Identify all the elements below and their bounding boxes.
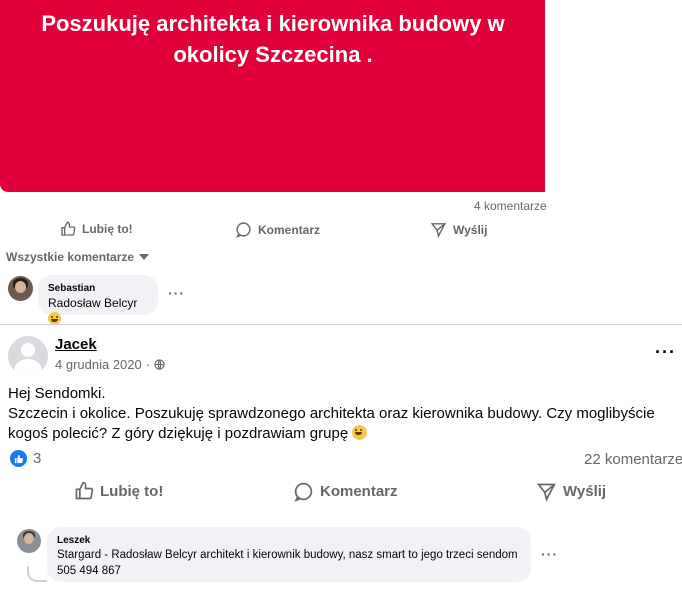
comment-label: Komentarz bbox=[258, 222, 321, 237]
more-options-button[interactable]: ··· bbox=[541, 546, 558, 562]
send-icon bbox=[536, 483, 556, 502]
thread-line bbox=[27, 566, 47, 582]
comment-button[interactable]: Komentarz bbox=[235, 221, 320, 238]
share-label: Wyślij bbox=[453, 222, 488, 237]
grin-emoji-icon bbox=[352, 425, 368, 440]
thumbs-up-icon bbox=[61, 221, 76, 236]
post-meta: 4 grudnia 2020 · bbox=[55, 357, 165, 372]
comments-count[interactable]: 22 komentarze bbox=[584, 451, 682, 468]
comment-text: Radosław Belcyr bbox=[48, 296, 138, 310]
avatar[interactable] bbox=[17, 529, 41, 553]
comment-bubble: Leszek Stargard - Radosław Belcyr archit… bbox=[47, 527, 531, 582]
send-icon bbox=[430, 223, 447, 238]
avatar[interactable] bbox=[8, 336, 48, 376]
share-button[interactable]: Wyślij bbox=[430, 221, 487, 238]
shared-action-bar: Lubię to! Komentarz Wyślij bbox=[0, 214, 545, 244]
caret-down-icon bbox=[139, 254, 150, 260]
comment-author[interactable]: Sebastian bbox=[48, 282, 148, 295]
post-author[interactable]: Jacek bbox=[55, 336, 97, 353]
share-label: Wyślij bbox=[563, 483, 607, 500]
filter-label: Wszystkie komentarze bbox=[6, 250, 135, 264]
post-options-button[interactable]: ··· bbox=[655, 342, 676, 363]
avatar[interactable] bbox=[8, 276, 33, 301]
more-options-button[interactable]: ··· bbox=[168, 285, 185, 301]
comment-button[interactable]: Komentarz bbox=[293, 481, 398, 502]
reactions-summary[interactable]: 3 bbox=[10, 450, 41, 467]
like-label: Lubię to! bbox=[82, 222, 133, 236]
post-date[interactable]: 4 grudnia 2020 bbox=[55, 357, 142, 372]
shared-comment-count[interactable]: 4 komentarze bbox=[474, 199, 547, 213]
globe-icon bbox=[154, 359, 165, 370]
post-banner: Poszukuję architekta i kierownika budowy… bbox=[0, 0, 545, 192]
comment-author[interactable]: Leszek bbox=[57, 534, 521, 547]
like-button[interactable]: Lubię to! bbox=[74, 481, 163, 501]
post-body: Hej Sendomki. Szczecin i okolice. Poszuk… bbox=[8, 384, 676, 444]
reaction-count: 3 bbox=[33, 450, 42, 467]
banner-text: Poszukuję architekta i kierownika budowy… bbox=[41, 11, 505, 67]
thumbs-up-icon bbox=[75, 481, 94, 500]
like-label: Lubię to! bbox=[100, 482, 164, 500]
post-action-bar: Lubię to! Komentarz Wyślij bbox=[0, 474, 682, 508]
comment-text: Stargard - Radosław Belcyr architekt i k… bbox=[57, 549, 518, 577]
post-text-line: Szczecin i okolice. Poszukuję sprawdzone… bbox=[8, 405, 655, 442]
comment-label: Komentarz bbox=[320, 483, 398, 500]
divider bbox=[0, 324, 682, 325]
like-reaction-icon bbox=[10, 450, 27, 467]
comments-filter[interactable]: Wszystkie komentarze bbox=[6, 250, 150, 264]
comment-icon bbox=[294, 482, 313, 502]
comment-bubble: Sebastian Radosław Belcyr bbox=[38, 275, 158, 325]
like-button[interactable]: Lubię to! bbox=[60, 221, 133, 237]
comment-icon bbox=[236, 222, 251, 238]
post-text-line: Hej Sendomki. bbox=[8, 385, 106, 402]
share-button[interactable]: Wyślij bbox=[536, 481, 606, 502]
